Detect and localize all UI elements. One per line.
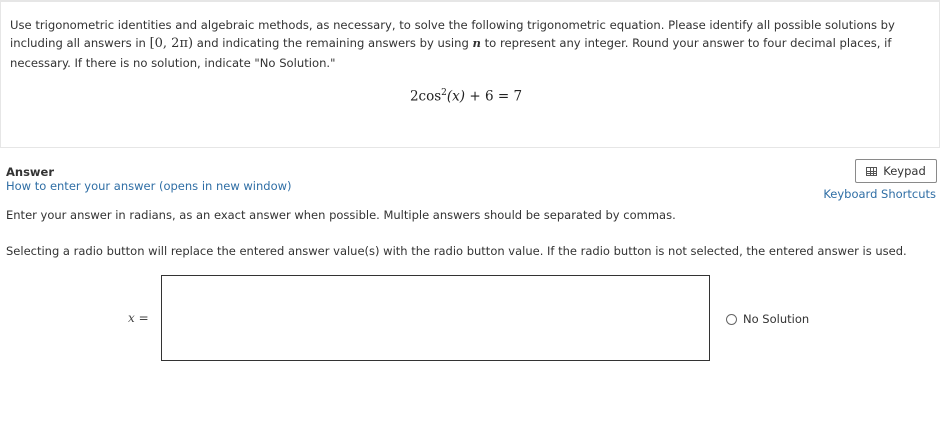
prompt-text-2: and indicating the remaining answers by … [193,36,473,51]
question-prompt: Use trigonometric identities and algebra… [10,16,930,72]
integer-variable-n: n [472,36,481,51]
equals-sign: = [134,311,149,325]
how-to-enter-link[interactable]: How to enter your answer (opens in new w… [6,179,292,193]
answer-input-field[interactable] [161,275,710,361]
answer-heading: Answer [6,165,55,179]
variable-label: x = [128,311,149,325]
keypad-icon [866,166,878,176]
answer-instructions: Enter your answer in radians, as an exac… [6,208,676,222]
equation-rest: + 6 = 7 [465,88,523,105]
keypad-label: Keypad [883,164,926,178]
keypad-button[interactable]: Keypad [855,159,937,183]
variable-x: x [128,311,135,325]
keyboard-shortcuts-link[interactable]: Keyboard Shortcuts [823,187,936,201]
no-solution-option[interactable]: No Solution [726,312,809,326]
equation-coef: 2cos [409,88,442,105]
no-solution-radio[interactable] [726,313,737,325]
radio-button-note: Selecting a radio button will replace th… [6,244,907,258]
question-panel: Use trigonometric identities and algebra… [0,0,940,148]
interval-notation: [0, 2π) [149,36,194,52]
equation-arg: (x) [446,88,466,105]
trig-equation: 2cos2(x) + 6 = 7 [1,88,931,105]
no-solution-label: No Solution [743,312,810,326]
